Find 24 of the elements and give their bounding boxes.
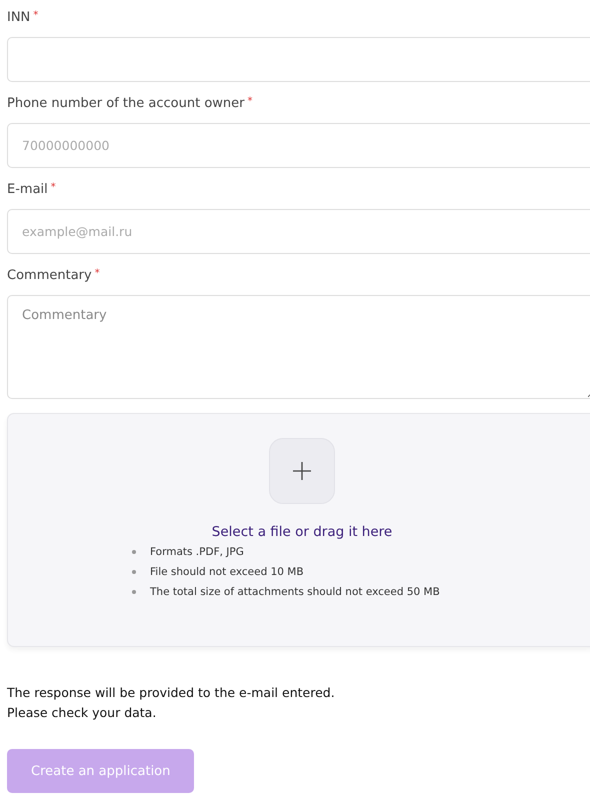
upload-rule: File should not exceed 10 MB [150,566,304,578]
dropzone-title: Select a file or drag it here [212,524,392,540]
bullet-icon [132,550,136,554]
upload-rule: Formats .PDF, JPG [150,546,244,558]
required-mark: * [50,182,56,193]
add-file-button[interactable] [269,438,335,504]
bullet-icon [132,590,136,594]
input-field[interactable]: example@mail.ru [7,209,590,254]
input-field[interactable]: 70000000000 [7,123,590,168]
input-field[interactable] [7,37,590,82]
note-text: The response will be provided to the e-mail entered. [7,684,336,702]
required-mark: * [248,96,252,107]
upload-rule: The total size of attachments should not exceed 50 MB [150,586,440,598]
bullet-icon [132,570,136,574]
field-label: E-mail [7,182,48,197]
commentary-field[interactable]: Commentary [7,295,590,399]
required-mark: * [94,268,100,279]
field-label: Commentary [7,268,92,283]
note-text: Please check your data. [7,704,158,722]
required-mark: * [33,10,38,21]
field-label: INN [7,10,30,25]
file-dropzone[interactable]: Select a file or drag it here Formats .PDF, JPG File should not exceed 10 MB The total size of attachments should not exceed 50 MB [7,413,590,647]
plus-icon [293,462,311,480]
field-label: Phone number of the account owner [7,96,244,111]
